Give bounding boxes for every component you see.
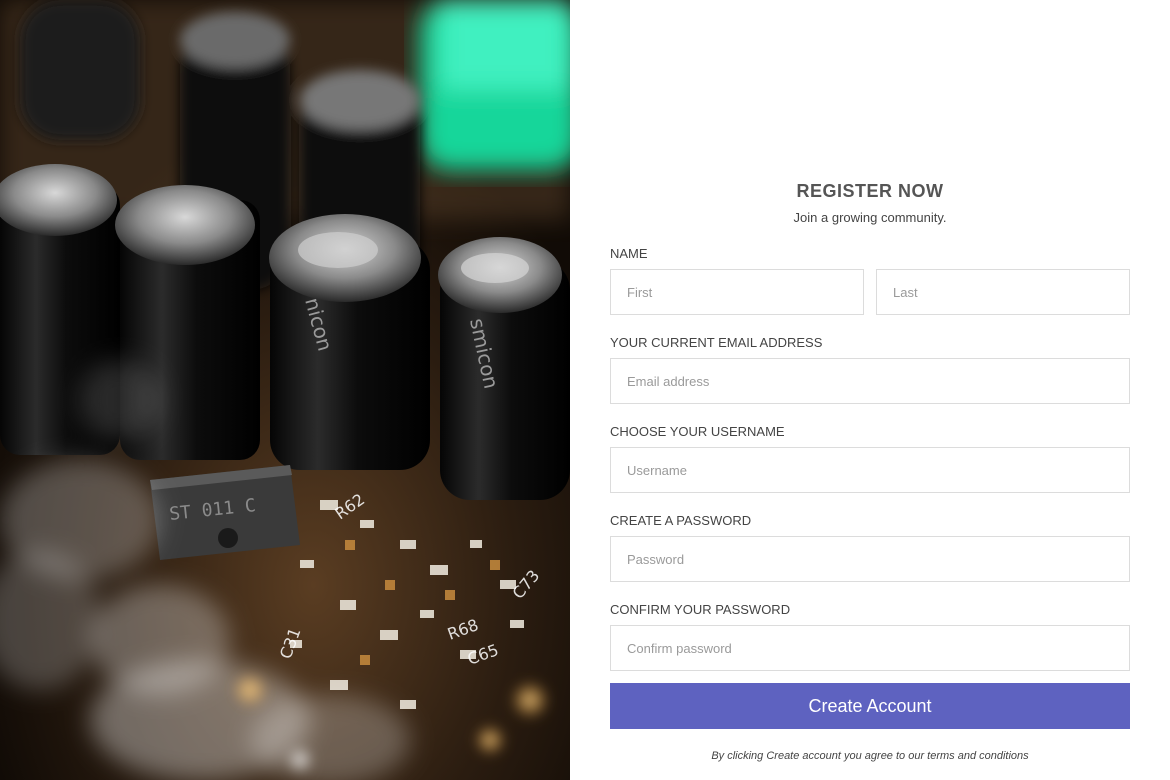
- password-input[interactable]: [610, 536, 1130, 582]
- register-page: nicon smicon ST 011 C R62 C73 R68 C65 C3…: [0, 0, 1170, 780]
- page-title: REGISTER NOW: [796, 181, 944, 201]
- hero-photo-circuit-board: nicon smicon ST 011 C R62 C73 R68 C65 C3…: [0, 0, 570, 780]
- terms-notice: By clicking Create account you agree to …: [711, 750, 1029, 762]
- create-account-button[interactable]: Create Account: [610, 683, 1130, 729]
- confirm-password-label: CONFIRM YOUR PASSWORD: [610, 602, 791, 617]
- page-subtitle: Join a growing community.: [793, 210, 947, 225]
- register-panel: REGISTER NOW Join a growing community. N…: [570, 0, 1170, 780]
- register-form: REGISTER NOW Join a growing community. N…: [610, 178, 1130, 763]
- first-name-input[interactable]: [610, 269, 864, 315]
- last-name-input[interactable]: [876, 269, 1130, 315]
- email-label: YOUR CURRENT EMAIL ADDRESS: [610, 335, 823, 350]
- email-input[interactable]: [610, 358, 1130, 404]
- username-input[interactable]: [610, 447, 1130, 493]
- confirm-password-input[interactable]: [610, 625, 1130, 671]
- name-label: NAME: [610, 246, 648, 261]
- password-label: CREATE A PASSWORD: [610, 513, 752, 528]
- name-row: [610, 269, 1130, 315]
- username-label: CHOOSE YOUR USERNAME: [610, 424, 785, 439]
